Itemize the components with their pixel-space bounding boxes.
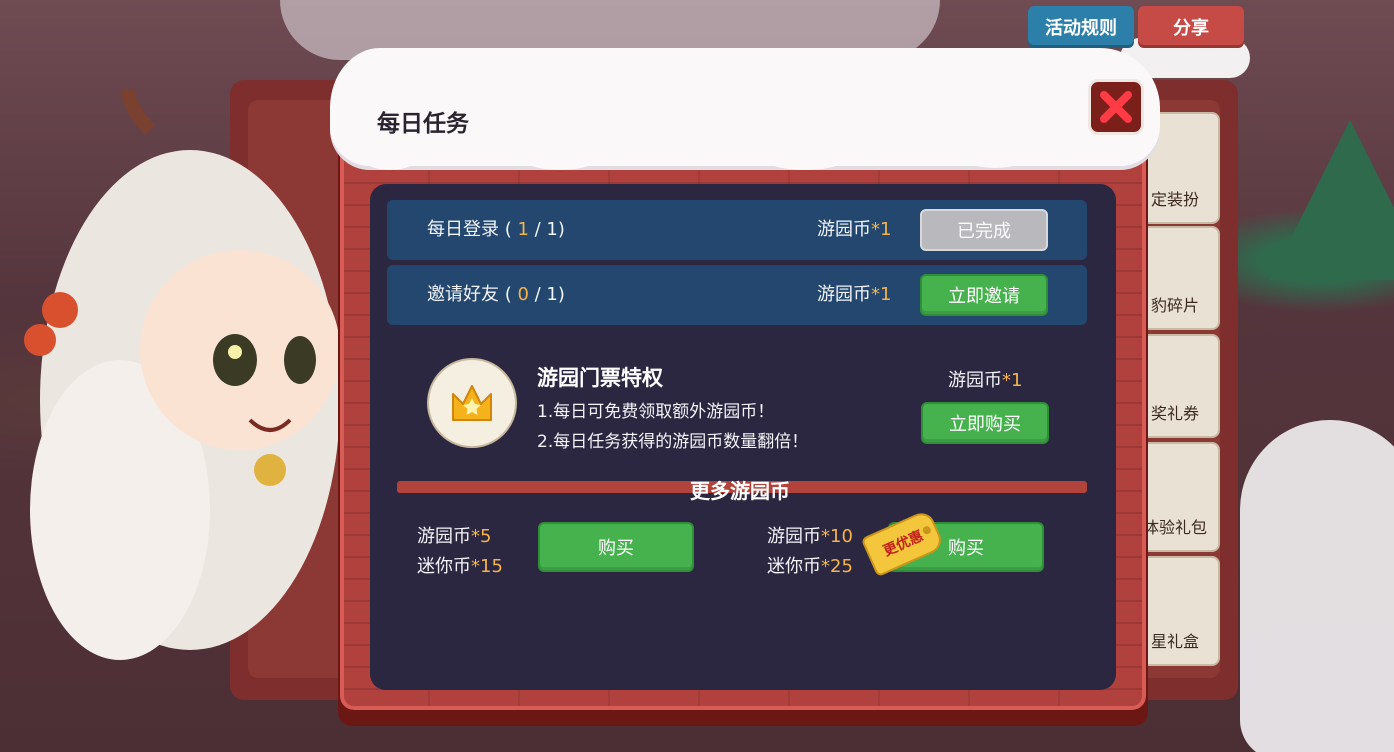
pack-mini-amount: 迷你币*15: [417, 556, 503, 577]
buy-now-button[interactable]: 立即购买: [921, 402, 1049, 444]
more-coins-heading: 更多游园币: [690, 479, 790, 503]
vip-title: 游园门票特权: [537, 366, 663, 390]
buy-pack-button[interactable]: 购买: [538, 522, 694, 572]
close-x-icon: [1100, 91, 1132, 123]
share-button[interactable]: 分享: [1138, 6, 1244, 48]
task-reward: 游园币*1: [817, 219, 892, 240]
vip-benefit-2: 2.每日任务获得的游园币数量翻倍！: [537, 432, 809, 452]
task-name: 邀请好友 ( 0 / 1): [427, 284, 565, 305]
invite-now-button[interactable]: 立即邀请: [920, 274, 1048, 316]
pack-coin-amount: 游园币*10: [767, 526, 853, 547]
task-reward: 游园币*1: [817, 284, 892, 305]
close-button[interactable]: [1088, 79, 1144, 135]
vip-reward: 游园币*1: [948, 370, 1023, 391]
mascot-character-illustration: [24, 90, 340, 660]
christmas-tree-graphic: [1270, 120, 1394, 280]
task-row-invite-friends: 邀请好友 ( 0 / 1) 游园币*1 立即邀请: [387, 265, 1087, 325]
snow-drip: [760, 140, 850, 170]
snowman-graphic: [1240, 420, 1394, 752]
completed-button[interactable]: 已完成: [920, 209, 1048, 251]
dialog-title: 每日任务: [377, 111, 469, 137]
snow-drip: [360, 140, 420, 170]
task-name: 每日登录 ( 1 / 1): [427, 219, 565, 240]
snow-drip: [960, 140, 1030, 168]
vip-benefit-1: 1.每日可免费领取额外游园币！: [537, 402, 775, 422]
activity-rules-button[interactable]: 活动规则: [1028, 6, 1134, 48]
pack-mini-amount: 迷你币*25: [767, 556, 853, 577]
snow-drip: [520, 142, 600, 170]
task-row-daily-login: 每日登录 ( 1 / 1) 游园币*1 已完成: [387, 200, 1087, 260]
pack-coin-amount: 游园币*5: [417, 526, 492, 547]
crown-icon: [452, 385, 492, 421]
vip-ticket-badge: [427, 358, 517, 448]
